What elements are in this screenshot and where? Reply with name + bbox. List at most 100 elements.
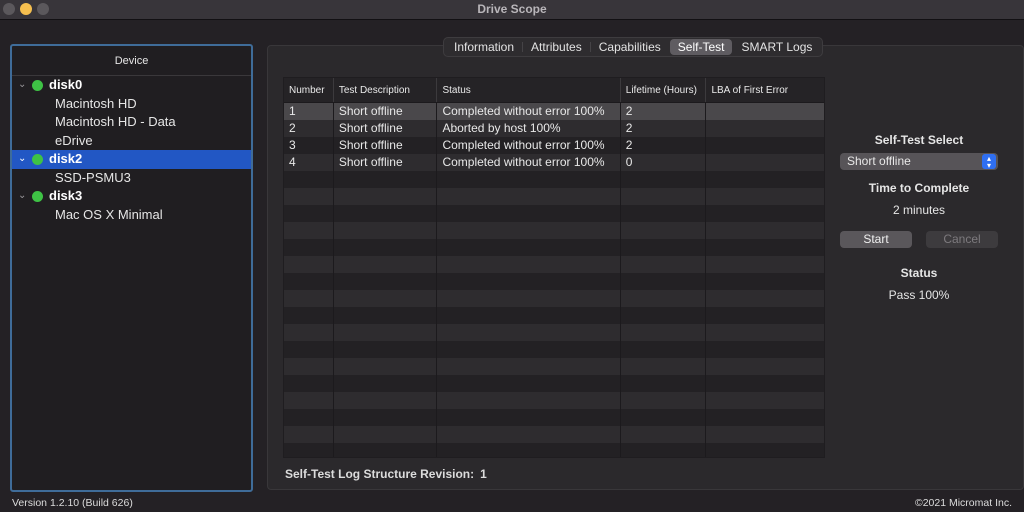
column-header[interactable]: Number — [284, 78, 334, 102]
disk-label: disk3 — [49, 188, 83, 203]
table-cell — [706, 120, 824, 137]
table-cell — [706, 222, 824, 239]
table-cell — [621, 358, 707, 375]
table-cell — [334, 188, 438, 205]
table-cell — [706, 443, 824, 457]
log-structure-revision: Self-Test Log Structure Revision: 1 — [285, 467, 487, 481]
table-cell — [706, 341, 824, 358]
sidebar-volume-item[interactable]: Macintosh HD - Data — [12, 113, 251, 132]
table-cell — [334, 239, 438, 256]
sidebar-volume-item[interactable]: Macintosh HD — [12, 95, 251, 114]
sidebar-volume-item[interactable]: eDrive — [12, 132, 251, 151]
table-cell — [437, 426, 621, 443]
disclosure-chevron-icon[interactable]: ⌄ — [18, 76, 26, 95]
table-cell — [437, 171, 621, 188]
sidebar-disk-item[interactable]: ⌄ disk0 — [12, 76, 251, 95]
tab-self-test[interactable]: Self-Test — [669, 39, 733, 55]
table-cell — [621, 188, 707, 205]
table-cell — [437, 239, 621, 256]
revision-value: 1 — [480, 467, 487, 481]
volume-label: Mac OS X Minimal — [55, 206, 163, 222]
table-cell — [334, 375, 438, 392]
empty-table-row — [284, 358, 824, 375]
table-cell — [334, 426, 438, 443]
table-row[interactable]: 2 Short offline Aborted by host 100% 2 — [284, 120, 824, 137]
table-cell: 2 — [284, 120, 334, 137]
title-bar: Drive Scope — [0, 0, 1024, 20]
sidebar-disk-item[interactable]: ⌄ disk3 — [12, 187, 251, 206]
table-cell — [334, 171, 438, 188]
table-cell — [334, 443, 438, 457]
table-row[interactable]: 3 Short offline Completed without error 10… — [284, 137, 824, 154]
self-test-controls: Self-Test Select Short offline ▴ ▾ Time t… — [840, 133, 998, 302]
table-cell — [284, 239, 334, 256]
device-column-header: Device — [12, 46, 251, 76]
table-cell — [621, 375, 707, 392]
table-cell: Short offline — [334, 120, 438, 137]
table-cell — [334, 341, 438, 358]
table-cell — [706, 239, 824, 256]
sidebar-volume-item[interactable]: Mac OS X Minimal — [12, 206, 251, 225]
table-cell — [437, 256, 621, 273]
column-header[interactable]: LBA of First Error — [706, 78, 824, 102]
table-cell — [621, 256, 707, 273]
self-test-select-label: Self-Test Select — [874, 133, 964, 147]
table-cell — [437, 409, 621, 426]
empty-table-row — [284, 171, 824, 188]
table-cell — [706, 171, 824, 188]
tab-smart-logs[interactable]: SMART Logs — [733, 39, 820, 55]
table-cell — [706, 409, 824, 426]
empty-table-row — [284, 426, 824, 443]
device-tree: ⌄ disk0 Macintosh HD Macintosh HD - Data eDr… — [12, 76, 251, 224]
time-to-complete-value: 2 minutes — [892, 203, 946, 217]
volume-label: eDrive — [55, 132, 93, 148]
table-cell — [437, 443, 621, 457]
table-cell — [437, 222, 621, 239]
sidebar-disk-item[interactable]: ⌄ disk2 — [12, 150, 251, 169]
tab-attributes[interactable]: Attributes — [523, 39, 590, 55]
table-cell — [284, 205, 334, 222]
up-down-arrows-icon: ▴ ▾ — [982, 154, 996, 170]
table-row[interactable]: 4 Short offline Completed without error 10… — [284, 154, 824, 171]
table-cell — [706, 154, 824, 171]
volume-label: Macintosh HD — [55, 95, 137, 111]
table-cell — [437, 358, 621, 375]
self-test-select[interactable]: Short offline ▴ ▾ — [840, 153, 998, 170]
table-cell — [284, 222, 334, 239]
tab-capabilities[interactable]: Capabilities — [591, 39, 669, 55]
table-cell — [284, 324, 334, 341]
device-sidebar: Device ⌄ disk0 Macintosh HD Macintosh HD - … — [10, 44, 253, 492]
table-cell: Short offline — [334, 103, 438, 120]
table-cell — [437, 205, 621, 222]
start-button[interactable]: Start — [840, 231, 912, 248]
table-cell — [334, 358, 438, 375]
table-body: 1 Short offline Completed without error 10… — [284, 103, 824, 457]
column-header[interactable]: Lifetime (Hours) — [621, 78, 707, 102]
table-cell — [621, 392, 707, 409]
table-row[interactable]: 1 Short offline Completed without error 10… — [284, 103, 824, 120]
empty-table-row — [284, 239, 824, 256]
column-header[interactable]: Test Description — [334, 78, 438, 102]
table-cell: 2 — [621, 120, 707, 137]
table-cell — [437, 307, 621, 324]
table-cell: Completed without error 100% — [437, 154, 621, 171]
disclosure-chevron-icon[interactable]: ⌄ — [18, 187, 26, 206]
tab-information[interactable]: Information — [446, 39, 522, 55]
table-cell — [706, 205, 824, 222]
table-cell — [334, 273, 438, 290]
table-cell — [706, 375, 824, 392]
column-header[interactable]: Status — [437, 78, 621, 102]
table-cell — [334, 222, 438, 239]
table-cell — [706, 358, 824, 375]
table-cell — [706, 103, 824, 120]
table-cell — [284, 358, 334, 375]
table-cell — [437, 188, 621, 205]
cancel-button[interactable]: Cancel — [926, 231, 998, 248]
table-cell — [284, 171, 334, 188]
table-cell — [621, 273, 707, 290]
table-cell — [437, 290, 621, 307]
sidebar-volume-item[interactable]: SSD-PSMU3 — [12, 169, 251, 188]
table-cell — [284, 443, 334, 457]
disclosure-chevron-icon[interactable]: ⌄ — [18, 150, 26, 169]
table-cell — [621, 307, 707, 324]
